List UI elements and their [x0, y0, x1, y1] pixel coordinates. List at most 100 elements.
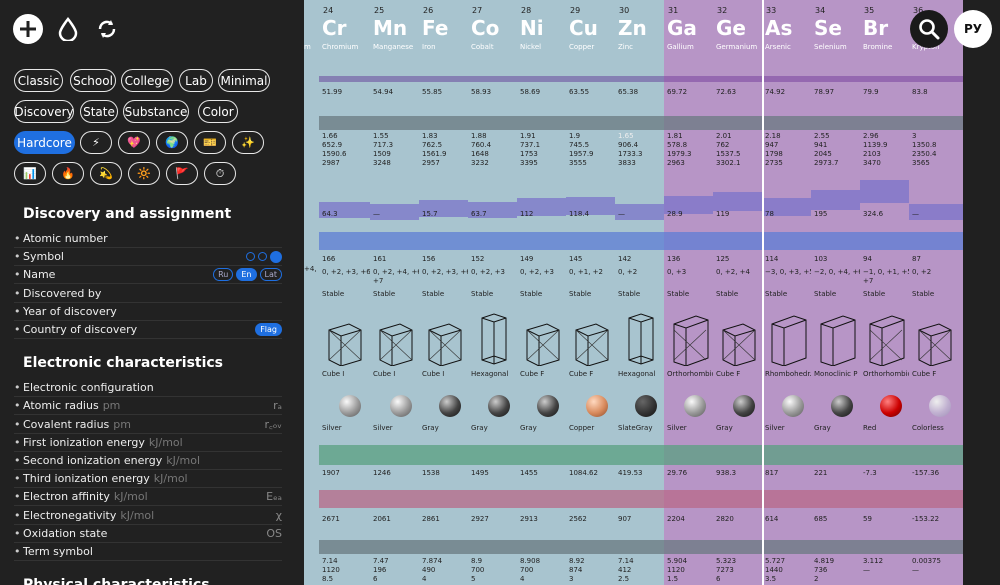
property-first-ionization-energy[interactable]: • First ionization energy kJ/mol [14, 434, 282, 452]
atomic-number: 24 [323, 6, 334, 15]
symbol-style-option-2[interactable] [258, 252, 267, 262]
name-lang-ru[interactable]: Ru [213, 268, 234, 282]
preset-chip-emoji-8[interactable]: 💫 [90, 162, 122, 185]
emoji-icon: 🌍 [165, 136, 179, 149]
name-lang-lat[interactable]: Lat [259, 268, 282, 282]
appearance-sphere [782, 395, 804, 417]
symbol-style-option-1[interactable] [246, 252, 255, 262]
ionization-value: 1753 [520, 150, 538, 158]
property-name[interactable]: • Name Ru En Lat [14, 266, 282, 285]
property-second-ionization-energy[interactable]: • Second ionization energy kJ/mol [14, 452, 282, 470]
preset-chip-classic[interactable]: Classic [14, 69, 63, 92]
preset-chip-emoji-2[interactable]: 💖 [118, 131, 150, 154]
element-column-kr[interactable]: 36KrKrypton83.831350.82350.43565—870, +2… [909, 0, 963, 585]
preset-chip-emoji-11[interactable]: ⏱ [204, 162, 236, 185]
ionization-value: 578.8 [667, 141, 688, 149]
preset-chip-discovery[interactable]: Discovery [14, 100, 74, 123]
element-column-ge[interactable]: 32 Ge Germanium 72.63 2.01 762 1537.5 3302.1 119… [713, 0, 762, 585]
appearance-sphere [339, 395, 361, 417]
crystal-structure-label: Cube F [912, 370, 937, 378]
element-column-zn[interactable]: 30 Zn Zinc 65.38 1.65 906.4 1733.3 3833 — 142 0, +… [615, 0, 664, 585]
preset-chip-school[interactable]: School [70, 69, 116, 92]
element-column-ga[interactable]: 31 Ga Gallium 69.72 1.81 578.8 1979.3 2963 28.9 1… [664, 0, 713, 585]
element-column-partial[interactable]: m +4, [304, 0, 319, 585]
preset-chip-hardcore[interactable]: Hardcore [14, 131, 75, 154]
preset-chip-state[interactable]: State [80, 100, 118, 123]
ionization-value: 3555 [569, 159, 587, 167]
property-symbol[interactable]: • Symbol [14, 248, 282, 267]
property-bar [909, 540, 963, 554]
element-column-se[interactable]: 34 Se Selenium 78.97 2.55 941 2045 2973.7 195 103… [811, 0, 860, 585]
periodic-table-view[interactable]: m +4, 24 Cr Chromium 51.99 1.66 652.9 1590.6 2987… [304, 0, 963, 585]
property-label: Oxidation state [23, 526, 108, 540]
element-column-cr[interactable]: 24 Cr Chromium 51.99 1.66 652.9 1590.6 2987 64.3… [319, 0, 370, 585]
preset-chip-emoji-4[interactable]: 🎫 [194, 131, 226, 154]
element-column-as[interactable]: 33 As Arsenic 74.92 2.18 947 1798 2735 78 114 −3, … [762, 0, 811, 585]
flag-toggle[interactable]: Flag [255, 323, 282, 336]
property-covalent-radius[interactable]: • Covalent radius pm r꜀ₒᵥ [14, 416, 282, 434]
oxidation-state: 0, +2, +4, +6, [373, 268, 419, 276]
crystal-structure-icon [428, 323, 462, 366]
symbol-style-option-3[interactable] [270, 250, 282, 263]
preset-chip-college[interactable]: College [121, 69, 173, 92]
property-electronic-configuration[interactable]: • Electronic configuration [14, 379, 282, 398]
property-electronegativity[interactable]: • Electronegativity kJ/mol χ [14, 507, 282, 525]
preset-chip-emoji-9[interactable]: 🔆 [128, 162, 160, 185]
element-column-cu[interactable]: 29 Cu Copper 63.55 1.9 745.5 1957.9 3555 118.4 14… [566, 0, 615, 585]
element-column-ni[interactable]: 28 Ni Nickel 58.69 1.91 737.1 1753 3395 112 149 0,… [517, 0, 566, 585]
oxidation-state: 0, +1, +2 [569, 268, 603, 276]
preset-chip-emoji-3[interactable]: 🌍 [156, 131, 188, 154]
name-lang-en[interactable]: En [236, 268, 257, 282]
property-term-symbol[interactable]: • Term symbol [14, 543, 282, 561]
language-button[interactable]: РУ [954, 10, 992, 48]
ionization-value: 2735 [765, 159, 783, 167]
ionization-value: 1.65 [618, 132, 634, 140]
property-bar [762, 232, 811, 250]
preset-chip-emoji-1[interactable]: ⚡ [80, 131, 112, 154]
element-column-co[interactable]: 27 Co Cobalt 58.93 1.88 760.4 1648 3232 63.7 152 0… [468, 0, 517, 585]
oxidation-state: 0, +2, +3 [520, 268, 554, 276]
preset-chip-minimal[interactable]: Minimal [218, 69, 270, 92]
preset-chip-emoji-5[interactable]: ✨ [232, 131, 264, 154]
covalent-radius: 145 [569, 255, 583, 263]
stability: Stable [422, 290, 445, 298]
crystal-structure-icon [328, 323, 362, 366]
density-value: 700 [520, 566, 534, 574]
property-atomic-number[interactable]: • Atomic number [14, 230, 282, 248]
property-bar [909, 490, 963, 508]
property-discovered-by[interactable]: • Discovered by [14, 285, 282, 303]
preset-chip-emoji-7[interactable]: 🔥 [52, 162, 84, 185]
oxidation-state: 0, +2 [618, 268, 638, 276]
property-year-of-discovery[interactable]: • Year of discovery [14, 303, 282, 321]
property-country-of-discovery[interactable]: • Country of discovery Flag [14, 321, 282, 339]
density-value: 5.904 [667, 557, 688, 565]
element-column-fe[interactable]: 26 Fe Iron 55.85 1.83 762.5 1561.9 2957 15.7 156 0… [419, 0, 468, 585]
ionization-value: 1648 [471, 150, 489, 158]
add-button[interactable] [12, 13, 44, 45]
property-oxidation-state[interactable]: • Oxidation state OS [14, 525, 282, 543]
highlight-separator [762, 0, 764, 585]
property-unit: kJ/mol [166, 454, 201, 467]
property-bar [517, 232, 566, 250]
theme-button[interactable] [52, 13, 84, 45]
preset-chip-emoji-6[interactable]: 📊 [14, 162, 46, 185]
element-column-mn[interactable]: 25 Mn Manganese 54.94 1.55 717.3 1509 3248 — 161 0… [370, 0, 419, 585]
oxidation-state: +4, [304, 265, 317, 273]
atomic-mass: 69.72 [667, 88, 688, 96]
property-bar [811, 490, 860, 508]
preset-chip-color[interactable]: Color [198, 100, 238, 123]
appearance-color: Silver [765, 424, 785, 432]
property-bar [664, 490, 713, 508]
element-column-br[interactable]: 35 Br Bromine 79.9 2.96 1139.9 2103 3470 324.6 94… [860, 0, 909, 585]
property-third-ionization-energy[interactable]: • Third ionization energy kJ/mol [14, 470, 282, 489]
density-value: 1120 [667, 566, 685, 574]
property-atomic-radius[interactable]: • Atomic radius pm rₐ [14, 397, 282, 416]
search-button[interactable] [910, 10, 948, 48]
preset-chip-substance[interactable]: Substance [123, 100, 189, 123]
ionization-value: 1.83 [422, 132, 438, 140]
property-label: Electronic configuration [23, 381, 154, 395]
preset-chip-emoji-10[interactable]: 🚩 [166, 162, 198, 185]
preset-chip-lab[interactable]: Lab [179, 69, 213, 92]
reset-button[interactable] [91, 13, 123, 45]
property-electron-affinity[interactable]: • Electron affinity kJ/mol Eₑₐ [14, 488, 282, 507]
